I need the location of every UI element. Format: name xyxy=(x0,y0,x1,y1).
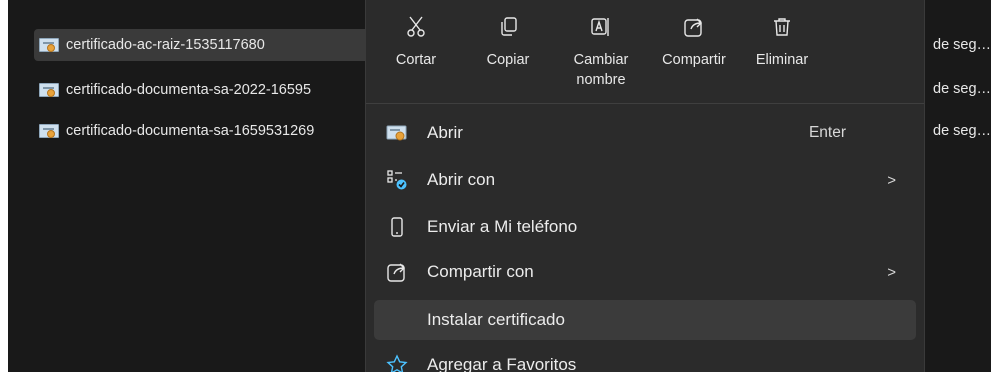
file-name: certificado-documenta-sa-2022-16595 xyxy=(66,82,312,98)
menu-item-share-with[interactable]: Compartir con > xyxy=(374,252,916,292)
menu-divider xyxy=(366,103,924,104)
phone-icon xyxy=(384,214,410,240)
trash-icon xyxy=(774,18,790,36)
context-menu-toolbar: Cortar Copiar Cambiar nombre Compartir E… xyxy=(366,0,924,103)
chevron-right-icon: > xyxy=(887,263,896,281)
menu-item-label: Agregar a Favoritos xyxy=(427,355,577,372)
copy-label: Copiar xyxy=(486,52,530,68)
shortcut-hint: Enter xyxy=(808,124,846,141)
menu-item-label: Enviar a Mi teléfono xyxy=(427,217,578,236)
certificate-icon xyxy=(384,120,410,146)
context-menu: Cortar Copiar Cambiar nombre Compartir E… xyxy=(365,0,925,372)
file-row-documenta[interactable]: certificado-documenta-sa-1659531269 xyxy=(34,115,388,147)
delete-label: Eliminar xyxy=(755,52,809,68)
rename-button[interactable]: Cambiar nombre xyxy=(556,0,646,103)
star-icon xyxy=(384,352,410,372)
menu-item-label: Compartir con xyxy=(427,262,534,281)
menu-item-label: Abrir xyxy=(427,123,463,142)
file-name: certificado-ac-raiz-1535117680 xyxy=(66,37,265,53)
file-type-cell: de seg… xyxy=(933,81,991,97)
cut-button[interactable]: Cortar xyxy=(371,0,461,103)
file-type-cell: de seg… xyxy=(933,123,991,139)
rename-icon xyxy=(591,18,609,36)
rename-label: Cambiar nombre xyxy=(573,52,629,88)
file-row-documenta-2022[interactable]: certificado-documenta-sa-2022-16595 xyxy=(34,74,388,106)
scissors-icon xyxy=(407,16,425,37)
menu-item-install-certificate[interactable]: Instalar certificado xyxy=(374,300,916,340)
file-name: certificado-documenta-sa-1659531269 xyxy=(66,123,315,139)
menu-item-add-favorites[interactable]: Agregar a Favoritos xyxy=(374,345,916,372)
certificate-file-icon xyxy=(38,36,60,54)
share-label: Compartir xyxy=(662,52,726,68)
menu-item-label: Instalar certificado xyxy=(427,310,565,329)
menu-item-open[interactable]: Abrir Enter xyxy=(374,113,916,153)
menu-item-label: Abrir con xyxy=(427,170,496,189)
copy-icon xyxy=(501,17,517,36)
copy-button[interactable]: Copiar xyxy=(463,0,553,103)
certificate-file-icon xyxy=(38,81,60,99)
cut-label: Cortar xyxy=(395,52,437,68)
menu-item-send-phone[interactable]: Enviar a Mi teléfono xyxy=(374,207,916,247)
file-row-ac-raiz[interactable]: certificado-ac-raiz-1535117680 xyxy=(34,29,388,61)
share-icon xyxy=(684,18,702,37)
certificate-file-icon xyxy=(38,122,60,140)
delete-button[interactable]: Eliminar xyxy=(737,0,827,103)
chevron-right-icon: > xyxy=(887,171,896,189)
share-icon xyxy=(384,259,410,285)
file-type-cell: de seg… xyxy=(933,37,991,53)
open-with-icon xyxy=(384,167,410,193)
share-button[interactable]: Compartir xyxy=(649,0,739,103)
menu-item-open-with[interactable]: Abrir con > xyxy=(374,160,916,200)
